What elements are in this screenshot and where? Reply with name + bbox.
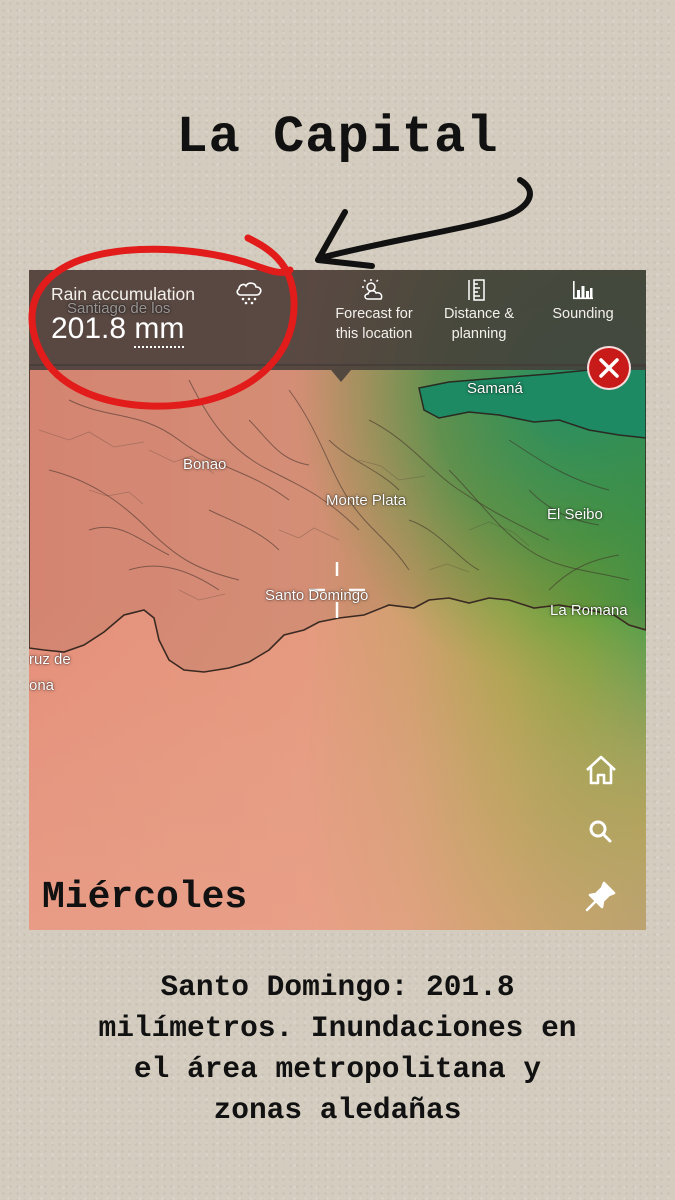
forecast-label-line2: this location <box>335 326 413 342</box>
sounding-button[interactable]: Sounding <box>541 278 625 324</box>
place-label-cruz-de: ruz de <box>29 651 71 668</box>
caption-line-2: milímetros. Inundaciones en <box>98 1011 577 1045</box>
close-icon <box>599 358 619 378</box>
sounding-label-line1: Sounding <box>552 306 614 322</box>
arrow-shaft <box>317 177 533 261</box>
distance-ruler-icon <box>468 279 485 301</box>
distance-label-line1: Distance & <box>443 306 515 322</box>
distance-label-line2: planning <box>451 326 507 342</box>
search-button[interactable] <box>581 812 621 852</box>
caption-line-4: zonas aledañas <box>213 1093 462 1127</box>
pin-button[interactable] <box>581 876 621 916</box>
home-icon <box>586 755 616 785</box>
caption-line-1: Santo Domingo: 201.8 <box>160 970 515 1004</box>
forecast-label-line1: Forecast for <box>335 306 413 322</box>
close-button[interactable] <box>587 346 631 390</box>
story-caption: Santo Domingo: 201.8 milímetros. Inundac… <box>20 967 655 1131</box>
search-icon <box>589 820 612 843</box>
place-label-santo-domingo: Santo Domingo <box>265 587 369 604</box>
distance-planning-button[interactable]: Distance & planning <box>433 278 525 344</box>
weather-map[interactable]: Rain accumulation 201.8 mm Forecast for … <box>29 270 646 930</box>
rain-accumulation-value[interactable]: 201.8 mm <box>51 312 185 348</box>
sounding-chart-icon <box>573 281 593 300</box>
place-label-la-romana: La Romana <box>550 602 628 619</box>
caption-line-3: el área metropolitana y <box>133 1052 542 1086</box>
place-label-santiago: Santiago de los <box>67 300 171 317</box>
place-label-ona: ona <box>29 677 55 694</box>
story-headline: La Capital <box>176 108 499 167</box>
rain-cloud-icon <box>236 282 262 305</box>
day-label: Miércoles <box>42 876 248 919</box>
place-label-bonao: Bonao <box>183 456 227 473</box>
home-button[interactable] <box>581 750 621 790</box>
forecast-for-location-button[interactable]: Forecast for this location <box>326 278 422 344</box>
pin-icon <box>585 881 616 912</box>
rain-unit[interactable]: mm <box>134 312 185 348</box>
arrow-head <box>315 209 375 269</box>
place-label-monte-plata: Monte Plata <box>326 492 407 509</box>
place-label-el-seibo: El Seibo <box>547 506 603 523</box>
top-bar-pointer <box>331 370 351 382</box>
place-label-samana: Samaná <box>467 380 523 397</box>
forecast-cloud-sun-icon <box>362 279 383 300</box>
